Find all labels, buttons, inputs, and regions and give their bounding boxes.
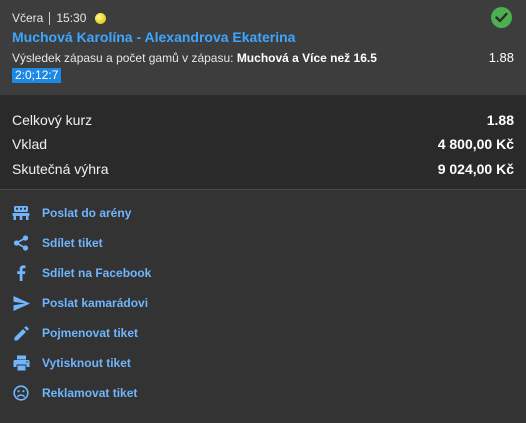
- win-row: Skutečná výhra 9 024,00 Kč: [12, 159, 514, 179]
- ticket-day: Včera: [12, 11, 44, 25]
- complain-ticket-button[interactable]: Reklamovat tiket: [12, 379, 312, 407]
- total-odds-label: Celkový kurz: [12, 112, 93, 128]
- rename-ticket-button[interactable]: Pojmenovat tiket: [12, 319, 312, 347]
- bet-market: Výsledek zápasu a počet gamů v zápasu:: [12, 51, 237, 65]
- ticket-meta: Včera 15:30: [12, 10, 107, 26]
- check-circle-icon: [491, 7, 512, 28]
- ticket-summary: Celkový kurz 1.88 Vklad 4 800,00 Kč Skut…: [0, 95, 526, 190]
- score-badge: 2:0;12:7: [12, 68, 62, 83]
- total-odds-row: Celkový kurz 1.88: [12, 110, 514, 130]
- share-facebook-button[interactable]: Sdílet na Facebook: [12, 259, 312, 287]
- tennis-ball-icon: [95, 12, 107, 24]
- send-to-arena-label: Poslat do arény: [42, 206, 132, 220]
- print-ticket-label: Vytisknout tiket: [42, 356, 131, 370]
- print-icon: [12, 354, 30, 372]
- send-to-arena-button[interactable]: Poslat do arény: [12, 199, 312, 227]
- bet-selection: Muchová a Více než 16.5: [236, 51, 377, 65]
- pencil-icon: [12, 324, 30, 342]
- rename-ticket-label: Pojmenovat tiket: [42, 326, 139, 340]
- stake-value: 4 800,00 Kč: [437, 136, 514, 152]
- ticket-time: 15:30: [56, 11, 87, 25]
- share-icon: [12, 234, 30, 252]
- bet-odds: 1.88: [488, 50, 514, 65]
- stake-row: Vklad 4 800,00 Kč: [12, 134, 514, 154]
- arena-icon: [12, 204, 30, 222]
- share-facebook-label: Sdílet na Facebook: [42, 266, 152, 280]
- bet-description: Výsledek zápasu a počet gamů v zápasu: M…: [12, 51, 377, 65]
- meta-divider: [49, 11, 51, 25]
- send-to-friend-label: Poslat kamarádovi: [42, 296, 149, 310]
- ticket-header: Včera 15:30 Muchová Karolína - Alexandro…: [0, 0, 526, 95]
- print-ticket-button[interactable]: Vytisknout tiket: [12, 349, 312, 377]
- share-ticket-button[interactable]: Sdílet tiket: [12, 229, 312, 257]
- win-value: 9 024,00 Kč: [437, 161, 514, 177]
- match-title[interactable]: Muchová Karolína - Alexandrova Ekaterina: [12, 29, 295, 45]
- sad-face-icon: [12, 384, 30, 402]
- send-icon: [12, 294, 30, 312]
- total-odds-value: 1.88: [486, 112, 514, 128]
- send-to-friend-button[interactable]: Poslat kamarádovi: [12, 289, 312, 317]
- stake-label: Vklad: [12, 136, 48, 152]
- win-label: Skutečná výhra: [12, 161, 109, 177]
- complain-ticket-label: Reklamovat tiket: [42, 386, 138, 400]
- share-ticket-label: Sdílet tiket: [42, 236, 103, 250]
- facebook-icon: [12, 264, 30, 282]
